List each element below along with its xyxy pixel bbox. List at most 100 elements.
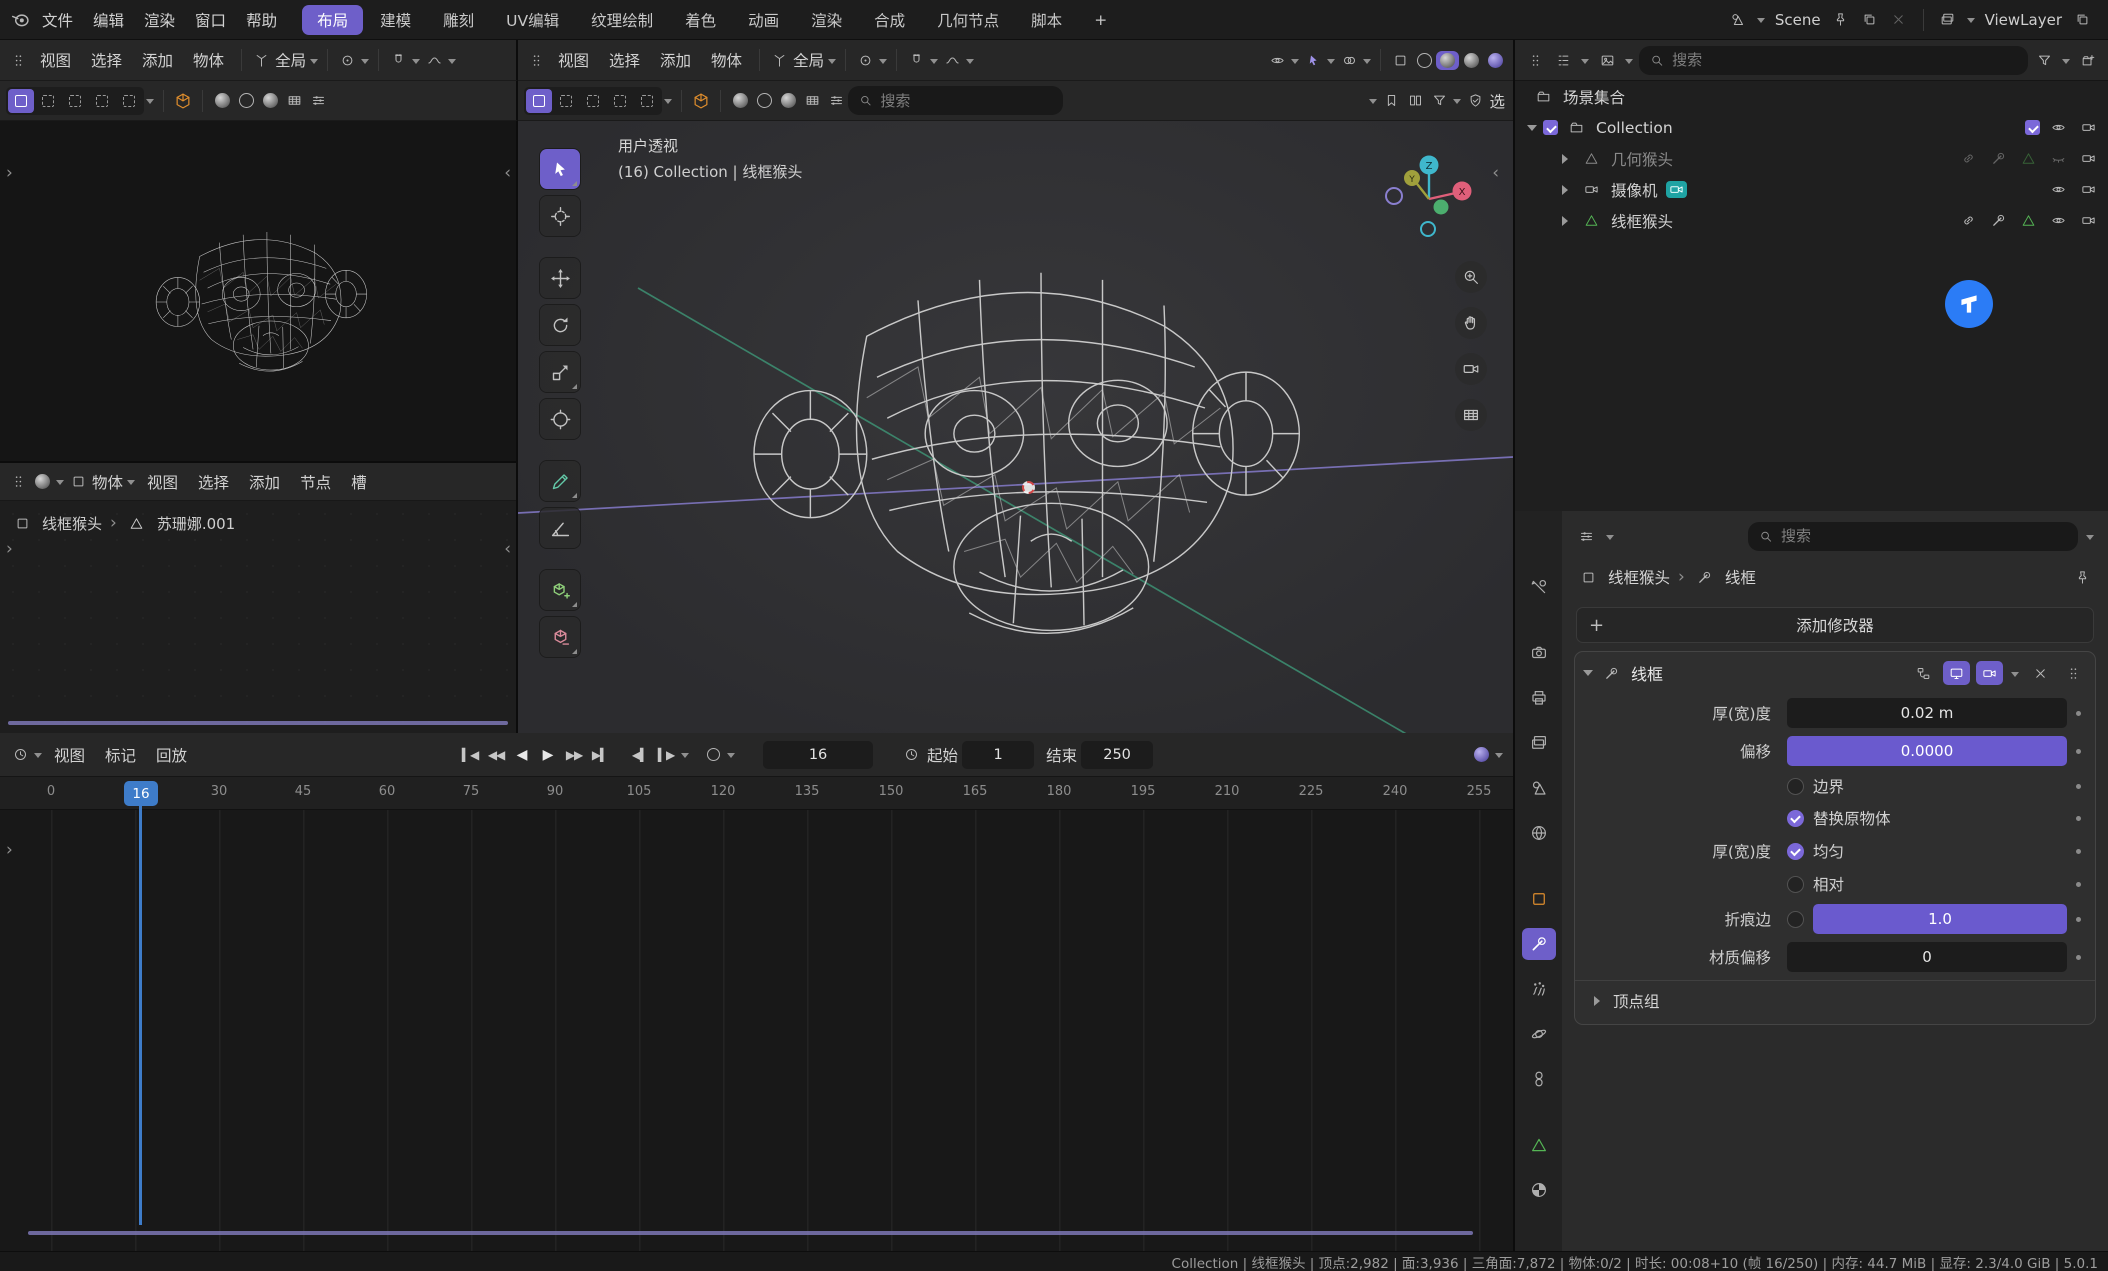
tab-material[interactable]	[1522, 1174, 1556, 1206]
orientation-label[interactable]: 全局	[791, 49, 826, 71]
gizmo-toggle-icon[interactable]	[1301, 48, 1325, 72]
properties-search[interactable]	[1748, 522, 2078, 551]
node-editor-hscrollbar[interactable]	[8, 721, 508, 725]
navigation-gizmo[interactable]: Z Y X	[1384, 154, 1474, 244]
step-caret[interactable]	[681, 753, 689, 762]
expand-chevron[interactable]: ›	[6, 842, 13, 859]
timeline-hscrollbar[interactable]	[28, 1231, 1473, 1235]
breadcrumb-modifier[interactable]: 线框	[1725, 566, 1756, 588]
collection-checkbox[interactable]	[1543, 120, 1558, 135]
tab-physics[interactable]	[1522, 1018, 1556, 1050]
select-mode-caret[interactable]	[664, 99, 672, 108]
node-menu-slot[interactable]: 槽	[341, 471, 377, 493]
section-expand-arrow[interactable]	[1594, 996, 1605, 1006]
mesh-cube-icon[interactable]	[171, 89, 195, 113]
editor-type-caret[interactable]	[34, 753, 42, 762]
shader-mode-caret[interactable]	[127, 480, 135, 489]
replace-original-label[interactable]: 替换原物体	[1813, 807, 1891, 829]
crease-slider[interactable]: 1.0	[1813, 904, 2067, 934]
select-mode-circle[interactable]	[580, 89, 606, 113]
node-editor-canvas[interactable]: 线框猴头 › 苏珊娜.001 › ‹	[0, 501, 516, 733]
pivot-icon[interactable]	[335, 48, 359, 72]
select-mode-tweak[interactable]	[526, 89, 552, 113]
visibility-caret[interactable]	[1291, 59, 1299, 68]
realtime-display-icon[interactable]	[1943, 661, 1970, 685]
timeline-ruler[interactable]: 0304560759010512013515016518019521022524…	[0, 777, 1513, 810]
tab-constraints[interactable]	[1522, 1063, 1556, 1095]
playhead-line[interactable]	[139, 806, 142, 1225]
filter-funnel-icon[interactable]	[1427, 89, 1451, 113]
zoom-widget[interactable]	[1455, 261, 1487, 293]
tab-object-data[interactable]	[1522, 1129, 1556, 1161]
vp-menu-view[interactable]: 视图	[548, 49, 599, 71]
step-forward-button[interactable]: ▍▶	[653, 742, 679, 768]
proportional-edit-icon[interactable]	[940, 48, 964, 72]
header-grip-icon[interactable]	[6, 470, 30, 494]
properties-options-caret[interactable]	[2086, 535, 2094, 544]
hide-eye-icon[interactable]	[2046, 116, 2070, 140]
preview-viewport[interactable]: › ‹	[0, 121, 516, 463]
edit-mode-display-icon[interactable]	[1910, 661, 1937, 685]
preview-menu-view[interactable]: 视图	[30, 49, 81, 71]
mesh-cube-icon[interactable]	[689, 89, 713, 113]
collapse-chevron[interactable]: ‹	[504, 541, 511, 558]
header-grip-icon[interactable]	[524, 48, 548, 72]
workspace-tab-new[interactable]: +	[1079, 7, 1122, 33]
header-grip-icon[interactable]	[1523, 48, 1547, 72]
workspace-tab-10[interactable]: 脚本	[1016, 5, 1077, 35]
tab-tool[interactable]	[1522, 571, 1556, 603]
snap-magnet-icon[interactable]	[904, 48, 928, 72]
measure-tool[interactable]	[540, 508, 580, 548]
workspace-tab-0[interactable]: 布局	[302, 5, 363, 35]
outliner-row-camera[interactable]: 摄像机	[1515, 174, 2108, 205]
rotate-tool[interactable]	[540, 305, 580, 345]
keyframe-dot[interactable]	[2067, 849, 2089, 854]
timeline-track-area[interactable]: ›	[0, 810, 1513, 1251]
current-frame-marker[interactable]: 16	[124, 781, 158, 806]
display-half-icon[interactable]	[234, 89, 258, 113]
workspace-tab-8[interactable]: 合成	[859, 5, 920, 35]
current-frame-field[interactable]: 16	[763, 741, 873, 769]
pin-scene-icon[interactable]	[1829, 8, 1853, 32]
material-offset-field[interactable]: 0	[1787, 942, 2067, 972]
shading-solid-icon[interactable]	[1436, 51, 1459, 70]
main-3d-viewport[interactable]: 用户透视 (16) Collection | 线框猴头 ‹	[518, 121, 1513, 733]
frame-range-clock-icon[interactable]	[899, 743, 923, 767]
select-mode-tweak[interactable]	[8, 89, 34, 113]
workspace-tab-1[interactable]: 建模	[365, 5, 426, 35]
boundary-label[interactable]: 边界	[1813, 775, 1844, 797]
tab-scene[interactable]	[1522, 772, 1556, 804]
close-icon[interactable]	[2027, 661, 2054, 685]
cursor-tool[interactable]	[540, 196, 580, 236]
offset-slider[interactable]: 0.0000	[1787, 736, 2067, 766]
object-label[interactable]: 几何猴头	[1611, 148, 1673, 170]
transform-tool[interactable]	[540, 399, 580, 439]
jump-to-start-button[interactable]: ▍◀	[457, 742, 483, 768]
editor-type-caret[interactable]	[56, 480, 64, 489]
pin-icon[interactable]	[2070, 565, 2094, 589]
shield-check-icon[interactable]	[1463, 89, 1487, 113]
menu-window[interactable]: 窗口	[185, 9, 236, 31]
node-menu-select[interactable]: 选择	[188, 471, 239, 493]
link-icon[interactable]	[1956, 209, 1980, 233]
modifier-name[interactable]: 线框	[1631, 661, 1663, 685]
orientation-caret[interactable]	[310, 59, 318, 68]
select-mode-box[interactable]	[553, 89, 579, 113]
shading-wireframe-icon[interactable]	[1412, 48, 1436, 72]
tab-render[interactable]	[1522, 637, 1556, 669]
workspace-tab-6[interactable]: 动画	[733, 5, 794, 35]
mesh-data-icon[interactable]	[2016, 147, 2040, 171]
camera-data-badge[interactable]	[1666, 181, 1687, 198]
jump-to-end-button[interactable]: ▶▍	[587, 742, 613, 768]
hide-eye-icon[interactable]	[2046, 209, 2070, 233]
pivot-caret[interactable]	[879, 59, 887, 68]
keyframe-dot[interactable]	[2067, 711, 2089, 716]
expand-arrow[interactable]	[1527, 125, 1537, 136]
auto-keyframe-caret[interactable]	[727, 753, 735, 762]
vp-menu-add[interactable]: 添加	[650, 49, 701, 71]
workspace-tab-2[interactable]: 雕刻	[428, 5, 489, 35]
move-tool[interactable]	[540, 258, 580, 298]
next-keyframe-button[interactable]: ▶▶	[561, 742, 587, 768]
keyframe-dot[interactable]	[2067, 917, 2089, 922]
scene-collection-label[interactable]: 场景集合	[1563, 86, 1625, 108]
